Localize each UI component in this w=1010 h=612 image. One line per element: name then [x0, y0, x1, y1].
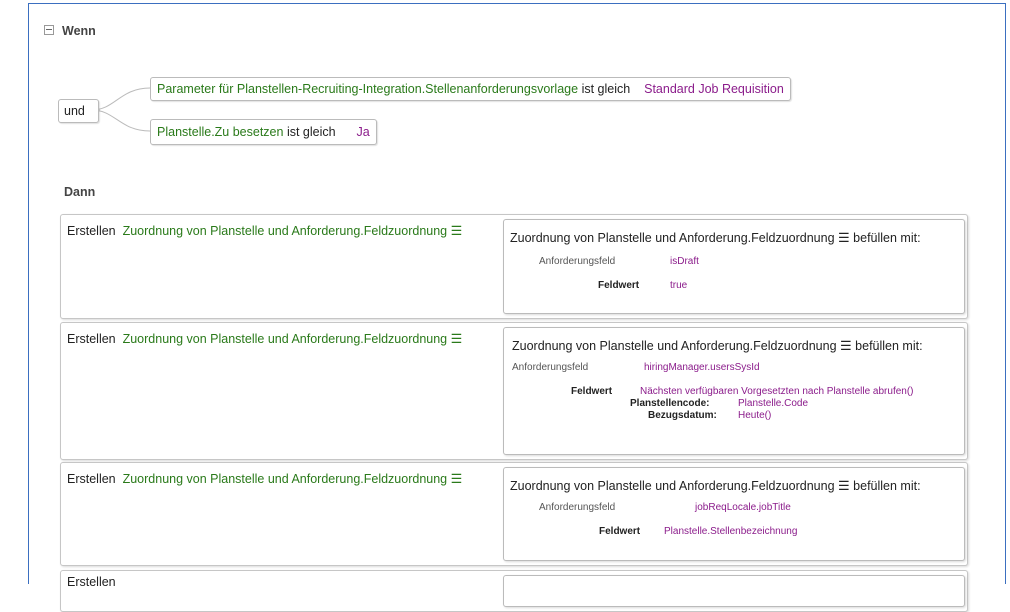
action-verb: Erstellen	[67, 472, 116, 486]
value-value[interactable]: Nächsten verfügbaren Vorgesetzten nach P…	[640, 386, 914, 397]
field-label: Anforderungsfeld	[512, 362, 589, 373]
fill-panel	[503, 575, 965, 607]
action-target[interactable]: Zuordnung von Planstelle und Anforderung…	[123, 472, 448, 486]
action-create[interactable]: Erstellen Zuordnung von Planstelle und A…	[67, 471, 462, 487]
condition-operator[interactable]: ist gleich	[287, 125, 336, 139]
param-label: Planstellencode:	[630, 398, 710, 409]
condition-operator[interactable]: ist gleich	[582, 82, 631, 96]
condition-1[interactable]: Parameter für Planstellen-Recruiting-Int…	[150, 77, 791, 101]
hamburger-menu-icon[interactable]: ☰	[838, 478, 850, 493]
param-label: Bezugsdatum:	[648, 410, 717, 421]
hamburger-menu-icon[interactable]: ☰	[451, 471, 463, 486]
fill-panel: Zuordnung von Planstelle und Anforderung…	[503, 327, 965, 455]
field-value[interactable]: isDraft	[670, 256, 699, 267]
action-target[interactable]: Zuordnung von Planstelle und Anforderung…	[123, 224, 448, 238]
then-label: Dann	[64, 185, 96, 199]
param-value[interactable]: Heute()	[738, 410, 771, 421]
action-create[interactable]: Erstellen Zuordnung von Planstelle und A…	[67, 223, 462, 239]
value-label: Feldwert	[571, 386, 613, 397]
condition-field[interactable]: Parameter für Planstellen-Recruiting-Int…	[157, 82, 578, 96]
field-value[interactable]: jobReqLocale.jobTitle	[695, 502, 791, 513]
fill-title: Zuordnung von Planstelle und Anforderung…	[510, 230, 921, 245]
condition-value[interactable]: Standard Job Requisition	[644, 82, 784, 96]
value-value[interactable]: Planstelle.Stellenbezeichnung	[664, 526, 797, 537]
hamburger-menu-icon[interactable]: ☰	[838, 230, 850, 245]
field-label: Anforderungsfeld	[539, 256, 616, 267]
action-card: Erstellen	[60, 570, 968, 612]
condition-field[interactable]: Planstelle.Zu besetzen	[157, 125, 283, 139]
fill-panel: Zuordnung von Planstelle und Anforderung…	[503, 219, 965, 314]
hamburger-menu-icon[interactable]: ☰	[451, 223, 463, 238]
field-value[interactable]: hiringManager.usersSysId	[644, 362, 760, 373]
action-target[interactable]: Zuordnung von Planstelle und Anforderung…	[123, 332, 448, 346]
value-value[interactable]: true	[670, 280, 687, 291]
value-label: Feldwert	[598, 280, 640, 291]
condition-value[interactable]: Ja	[356, 125, 369, 139]
action-verb: Erstellen	[67, 332, 116, 346]
hamburger-menu-icon[interactable]: ☰	[451, 331, 463, 346]
action-create[interactable]: Erstellen Zuordnung von Planstelle und A…	[67, 331, 462, 347]
action-create[interactable]: Erstellen	[67, 575, 116, 589]
action-card: Erstellen Zuordnung von Planstelle und A…	[60, 322, 968, 460]
action-verb: Erstellen	[67, 224, 116, 238]
action-card: Erstellen Zuordnung von Planstelle und A…	[60, 214, 968, 319]
action-verb: Erstellen	[67, 575, 116, 589]
logical-operator[interactable]: und	[58, 99, 99, 123]
hamburger-menu-icon[interactable]: ☰	[840, 338, 852, 353]
field-label: Anforderungsfeld	[539, 502, 616, 513]
value-label: Feldwert	[599, 526, 641, 537]
condition-connector	[91, 87, 151, 132]
fill-title: Zuordnung von Planstelle und Anforderung…	[512, 338, 923, 353]
action-card: Erstellen Zuordnung von Planstelle und A…	[60, 462, 968, 566]
condition-2[interactable]: Planstelle.Zu besetzen ist gleich Ja	[150, 119, 377, 145]
fill-title: Zuordnung von Planstelle und Anforderung…	[510, 478, 921, 493]
param-value[interactable]: Planstelle.Code	[738, 398, 808, 409]
fill-panel: Zuordnung von Planstelle und Anforderung…	[503, 467, 965, 561]
